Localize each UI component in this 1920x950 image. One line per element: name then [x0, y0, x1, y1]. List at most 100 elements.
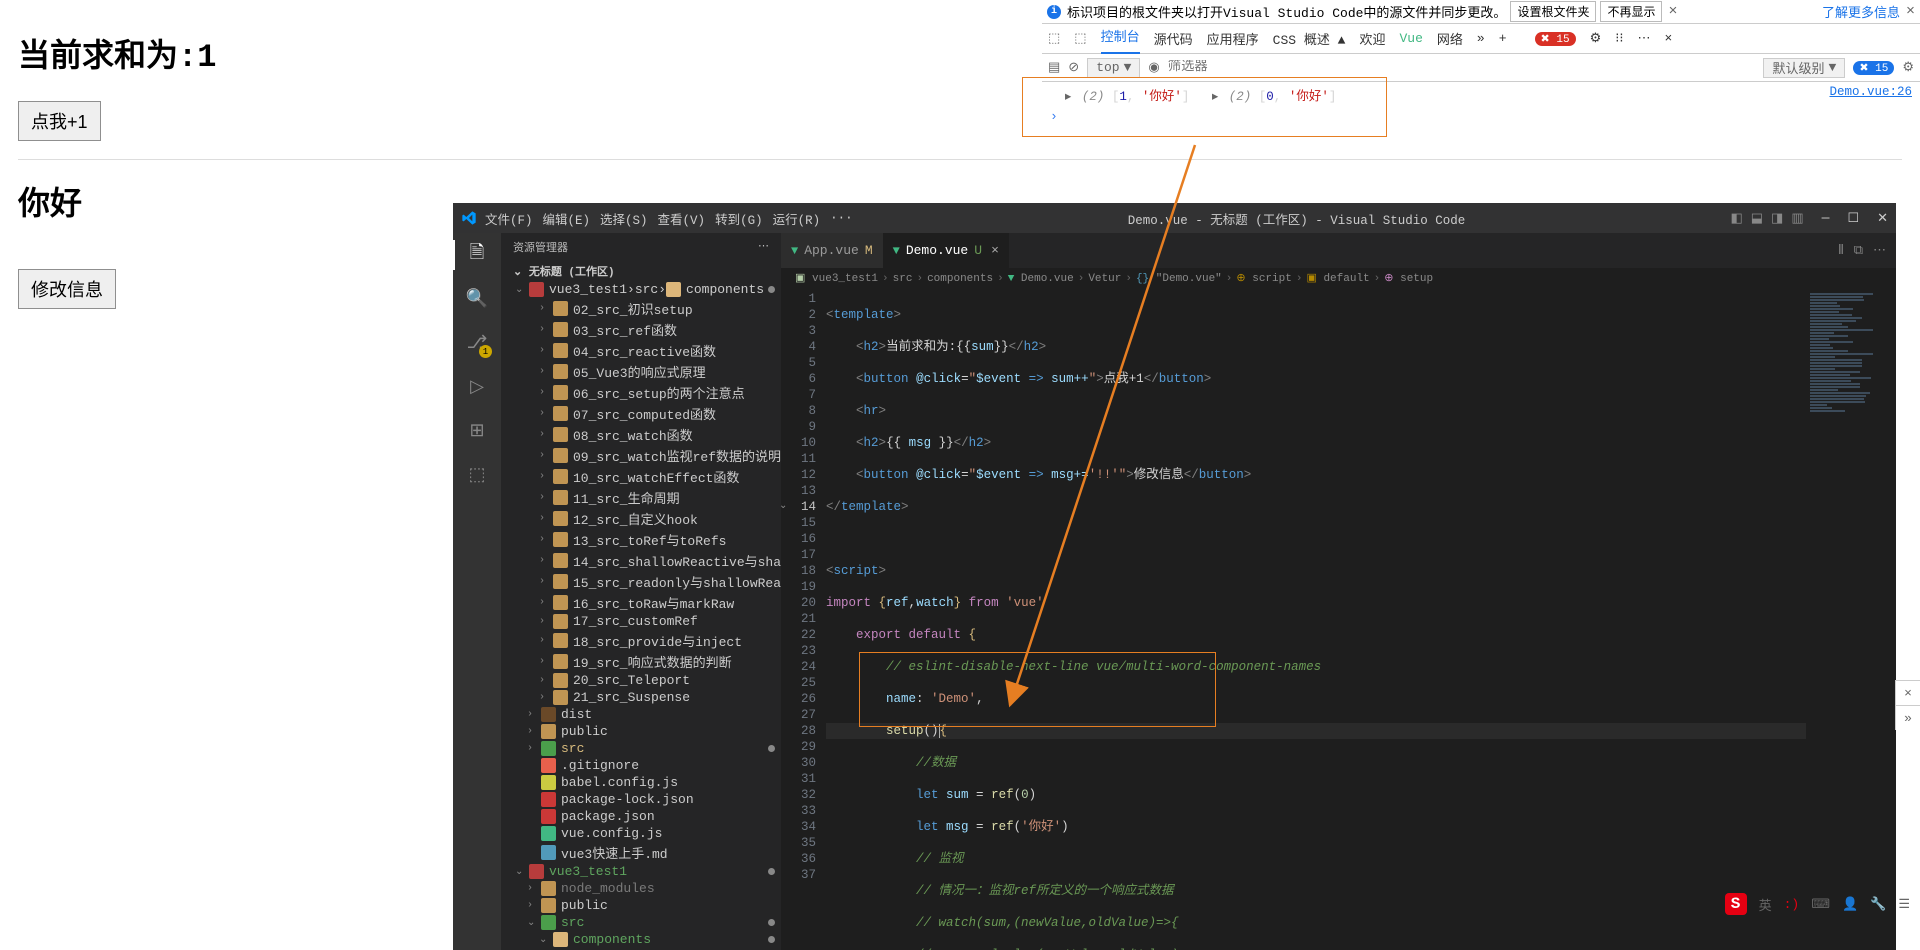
menu-select[interactable]: 选择(S) [600, 209, 648, 228]
ime-punct[interactable]: :) [1784, 897, 1800, 912]
explorer-icon[interactable]: 🗎 [465, 243, 489, 267]
remote-icon[interactable]: ⬚ [465, 463, 489, 487]
tree-folder[interactable]: ›07_src_computed函数 [509, 403, 781, 424]
ime-user-icon[interactable]: 👤 [1842, 897, 1858, 912]
code-editor[interactable]: 1234567891011121314151617181920212223242… [781, 288, 1896, 950]
tree-folder[interactable]: ›19_src_响应式数据的判断 [509, 651, 781, 672]
breadcrumb[interactable]: ▣ vue3_test1›src›components›▼ Demo.vue›V… [781, 268, 1896, 288]
menu-goto[interactable]: 转到(G) [715, 209, 763, 228]
more-tabs-icon[interactable]: » [1477, 31, 1485, 46]
menu-view[interactable]: 查看(V) [658, 209, 706, 228]
settings-icon[interactable]: ⚙ [1590, 31, 1602, 46]
tree-folder[interactable]: ⌄components [509, 931, 781, 948]
tab-app[interactable]: ▼App.vueM [781, 233, 883, 268]
tree-file[interactable]: vue3快速上手.md [509, 842, 781, 863]
more-tab-icon[interactable]: ⋯ [1873, 243, 1886, 258]
maximize-icon[interactable]: ☐ [1847, 211, 1859, 226]
tab-vue[interactable]: Vue [1399, 31, 1422, 46]
tab-welcome[interactable]: 欢迎 [1359, 29, 1385, 48]
split-icon[interactable]: ⫴ [1838, 243, 1843, 258]
tree-file[interactable]: babel.config.js [509, 774, 781, 791]
modify-button[interactable]: 修改信息 [18, 269, 116, 309]
tree-folder[interactable]: ›17_src_customRef [509, 613, 781, 630]
diff-icon[interactable]: ⧉ [1854, 243, 1863, 258]
tree-folder[interactable]: ›12_src_自定义hook [509, 508, 781, 529]
console-settings-icon[interactable]: ⚙ [1902, 60, 1914, 75]
close-banner-icon-2[interactable]: × [1906, 3, 1915, 20]
ime-keyboard-icon[interactable]: ⌨ [1811, 897, 1830, 912]
error-badge[interactable]: ✖ 15 [1535, 32, 1576, 46]
tree-folder[interactable]: ›13_src_toRef与toRefs [509, 529, 781, 550]
layout-icon-3[interactable]: ◨ [1771, 211, 1783, 226]
tree-folder[interactable]: ›02_src_初识setup [509, 298, 781, 319]
tree-folder[interactable]: ›10_src_watchEffect函数 [509, 466, 781, 487]
tab-demo[interactable]: ▼Demo.vue U× [883, 233, 1009, 268]
layout-icon-1[interactable]: ◧ [1730, 211, 1742, 226]
tree-folder[interactable]: ›20_src_Teleport [509, 672, 781, 689]
customize-icon[interactable]: ⁝⁝ [1615, 31, 1623, 46]
tree-folder[interactable]: ⌄src [509, 914, 781, 931]
tree-folder[interactable]: ›11_src_生命周期 [509, 487, 781, 508]
run-icon[interactable]: ▷ [465, 375, 489, 399]
menu-file[interactable]: 文件(F) [485, 209, 533, 228]
tab-sources[interactable]: 源代码 [1154, 29, 1193, 48]
tree-folder[interactable]: ›08_src_watch函数 [509, 424, 781, 445]
toggle-device-icon[interactable]: ⬚ [1048, 31, 1060, 46]
tree-folder[interactable]: ›06_src_setup的两个注意点 [509, 382, 781, 403]
level-select[interactable]: 默认级别 ▼ [1763, 58, 1845, 78]
ime-menu-icon[interactable]: ☰ [1898, 897, 1910, 912]
filter-input[interactable] [1168, 60, 1288, 75]
tab-console[interactable]: 控制台 [1101, 24, 1140, 54]
tab-network[interactable]: 网络 [1437, 29, 1463, 48]
tree-file[interactable]: package.json [509, 808, 781, 825]
tree-file[interactable]: package-lock.json [509, 791, 781, 808]
menu-edit[interactable]: 编辑(E) [543, 209, 591, 228]
tree-folder[interactable]: ›09_src_watch监视ref数据的说明 [509, 445, 781, 466]
close-window-icon[interactable]: ✕ [1877, 211, 1888, 226]
close-tab-icon[interactable]: × [991, 243, 999, 258]
tree-folder[interactable]: ›14_src_shallowReactive与shallowRef [509, 550, 781, 571]
menu-more[interactable]: ··· [830, 211, 853, 225]
collapsed-panel-close[interactable]: × [1895, 680, 1920, 705]
sidebar-toggle-icon[interactable]: ▤ [1048, 60, 1060, 75]
eye-icon[interactable]: ◉ [1148, 60, 1159, 75]
increment-button[interactable]: 点我+1 [18, 101, 101, 141]
toggle-device-icon-2[interactable]: ⬚ [1074, 31, 1086, 46]
layout-icon-4[interactable]: ▥ [1791, 211, 1803, 226]
tab-application[interactable]: 应用程序 [1207, 29, 1259, 48]
tree-root-2[interactable]: ⌄vue3_test1 [509, 863, 781, 880]
hide-banner-button[interactable]: 不再显示 [1600, 1, 1662, 22]
menu-run[interactable]: 运行(R) [773, 209, 821, 228]
extensions-icon[interactable]: ⊞ [465, 419, 489, 443]
tree-root[interactable]: ⌄vue3_test1 › src › components [509, 281, 781, 298]
sogou-icon[interactable]: S [1725, 893, 1747, 915]
hidden-count-badge[interactable]: ✖ 15 [1853, 61, 1894, 75]
learn-more-link[interactable]: 了解更多信息 [1822, 2, 1900, 21]
context-select[interactable]: top ▼ [1087, 58, 1140, 78]
layout-icon-2[interactable]: ⬓ [1751, 211, 1763, 226]
minimize-icon[interactable]: ─ [1822, 211, 1830, 226]
tree-folder[interactable]: ›21_src_Suspense [509, 689, 781, 706]
tree-folder[interactable]: ›15_src_readonly与shallowReadonly [509, 571, 781, 592]
minimap[interactable] [1806, 288, 1896, 950]
set-root-button[interactable]: 设置根文件夹 [1510, 1, 1596, 22]
tree-folder[interactable]: ›04_src_reactive函数 [509, 340, 781, 361]
more-icon[interactable]: ⋯ [1637, 31, 1650, 46]
ime-lang[interactable]: 英 [1759, 895, 1772, 914]
ime-tool-icon[interactable]: 🔧 [1870, 897, 1886, 912]
tree-folder[interactable]: ›node_modules [509, 880, 781, 897]
code-content[interactable]: <template> <h2>当前求和为:{{sum}}</h2> <butto… [826, 288, 1806, 950]
tree-folder[interactable]: ›18_src_provide与inject [509, 630, 781, 651]
tree-folder[interactable]: ›dist [509, 706, 781, 723]
workspace-title[interactable]: ⌄ 无标题 (工作区) [501, 261, 781, 281]
tab-css[interactable]: CSS 概述 ▲ [1273, 29, 1346, 48]
source-link[interactable]: Demo.vue:26 [1829, 85, 1912, 104]
explorer-more-icon[interactable]: ⋯ [758, 239, 769, 255]
tree-folder[interactable]: ›src [509, 740, 781, 757]
tree-folder[interactable]: ›05_Vue3的响应式原理 [509, 361, 781, 382]
search-icon[interactable]: 🔍 [465, 287, 489, 311]
tree-folder[interactable]: ›public [509, 897, 781, 914]
close-banner-icon[interactable]: × [1668, 3, 1677, 20]
source-control-icon[interactable]: ⎇1 [465, 331, 489, 355]
add-tab-icon[interactable]: + [1499, 31, 1507, 46]
